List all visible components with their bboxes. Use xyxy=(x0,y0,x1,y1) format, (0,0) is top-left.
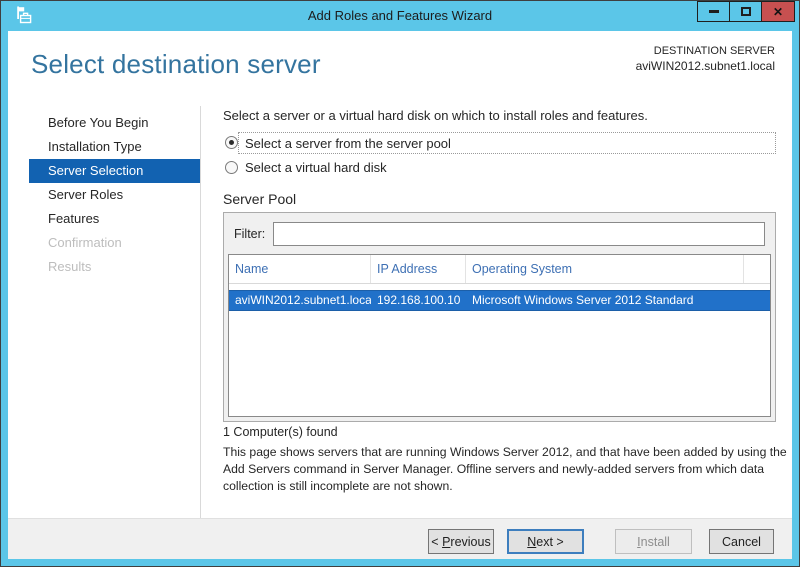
description-line-1: This page shows servers that are running… xyxy=(223,445,787,459)
window-title: Add Roles and Features Wizard xyxy=(307,8,493,23)
close-icon: ✕ xyxy=(772,4,784,19)
instruction-text: Select a server or a virtual hard disk o… xyxy=(223,108,648,123)
sidebar-item-confirmation: Confirmation xyxy=(48,235,122,250)
sidebar-item-results: Results xyxy=(48,259,92,274)
server-pool-table: Name IP Address Operating System aviWIN2… xyxy=(228,254,771,417)
page-description: This page shows servers that are running… xyxy=(223,444,787,495)
cell-server-ip: 192.168.100.10 xyxy=(377,293,461,307)
radio-server-pool-label: Select a server from the server pool xyxy=(245,136,451,151)
wizard-window: Add Roles and Features Wizard ✕ Select d… xyxy=(0,0,800,567)
minimize-button[interactable] xyxy=(697,1,730,22)
table-row-server[interactable]: aviWIN2012.subnet1.local 192.168.100.10 … xyxy=(229,290,770,311)
wizard-steps-sidebar: Before You Begin Installation Type Serve… xyxy=(29,111,200,279)
radio-select-server-pool[interactable]: Select a server from the server pool xyxy=(223,132,776,154)
page-title: Select destination server xyxy=(31,49,321,79)
sidebar-item-installation-type[interactable]: Installation Type xyxy=(29,135,200,159)
next-button[interactable]: Next > xyxy=(507,529,584,554)
cell-server-name: aviWIN2012.subnet1.local xyxy=(235,293,371,307)
wizard-content: Select destination server DESTINATION SE… xyxy=(8,31,792,559)
description-line-3: collection is still incomplete are not s… xyxy=(223,479,453,493)
radio-select-vhd[interactable]: Select a virtual hard disk xyxy=(223,157,776,179)
column-header-name[interactable]: Name xyxy=(229,255,371,283)
footer-button-bar: < Previous Next > Install Cancel xyxy=(8,518,792,559)
focus-rectangle: Select a server from the server pool xyxy=(238,132,776,154)
close-button[interactable]: ✕ xyxy=(761,1,795,22)
destination-server-block: DESTINATION SERVER aviWIN2012.subnet1.lo… xyxy=(636,44,775,74)
previous-button[interactable]: < Previous xyxy=(428,529,494,554)
cell-empty xyxy=(744,291,770,310)
install-button: Install xyxy=(615,529,692,554)
titlebar: Add Roles and Features Wizard ✕ xyxy=(1,1,799,31)
sidebar-item-before-you-begin[interactable]: Before You Begin xyxy=(29,111,200,135)
sidebar-divider xyxy=(200,106,201,518)
server-pool-title: Server Pool xyxy=(223,191,297,207)
maximize-button[interactable] xyxy=(729,1,762,22)
sidebar-item-server-roles[interactable]: Server Roles xyxy=(29,183,200,207)
destination-server-value: aviWIN2012.subnet1.local xyxy=(635,59,775,73)
filter-input[interactable] xyxy=(273,222,765,246)
column-header-operating-system[interactable]: Operating System xyxy=(466,255,744,283)
minimize-icon xyxy=(708,10,719,13)
radio-vhd-label: Select a virtual hard disk xyxy=(245,160,387,175)
table-header-row: Name IP Address Operating System xyxy=(229,255,770,284)
sidebar-item-server-selection[interactable]: Server Selection xyxy=(29,159,200,183)
window-controls: ✕ xyxy=(697,1,795,22)
server-pool-box: Filter: Name IP Address Operating System… xyxy=(223,212,776,422)
radio-button-icon[interactable] xyxy=(225,136,238,149)
column-header-empty xyxy=(744,255,770,283)
maximize-icon xyxy=(740,7,751,16)
destination-server-label: DESTINATION SERVER xyxy=(653,45,775,57)
description-line-2: Add Servers command in Server Manager. O… xyxy=(223,462,765,476)
filter-label: Filter: xyxy=(234,227,266,241)
cell-server-os: Microsoft Windows Server 2012 Standard xyxy=(472,293,694,307)
computers-found-count: 1 Computer(s) found xyxy=(223,425,338,439)
sidebar-item-features[interactable]: Features xyxy=(29,207,200,231)
cancel-button[interactable]: Cancel xyxy=(709,529,774,554)
radio-button-icon[interactable] xyxy=(225,161,238,174)
column-header-ip-address[interactable]: IP Address xyxy=(371,255,466,283)
